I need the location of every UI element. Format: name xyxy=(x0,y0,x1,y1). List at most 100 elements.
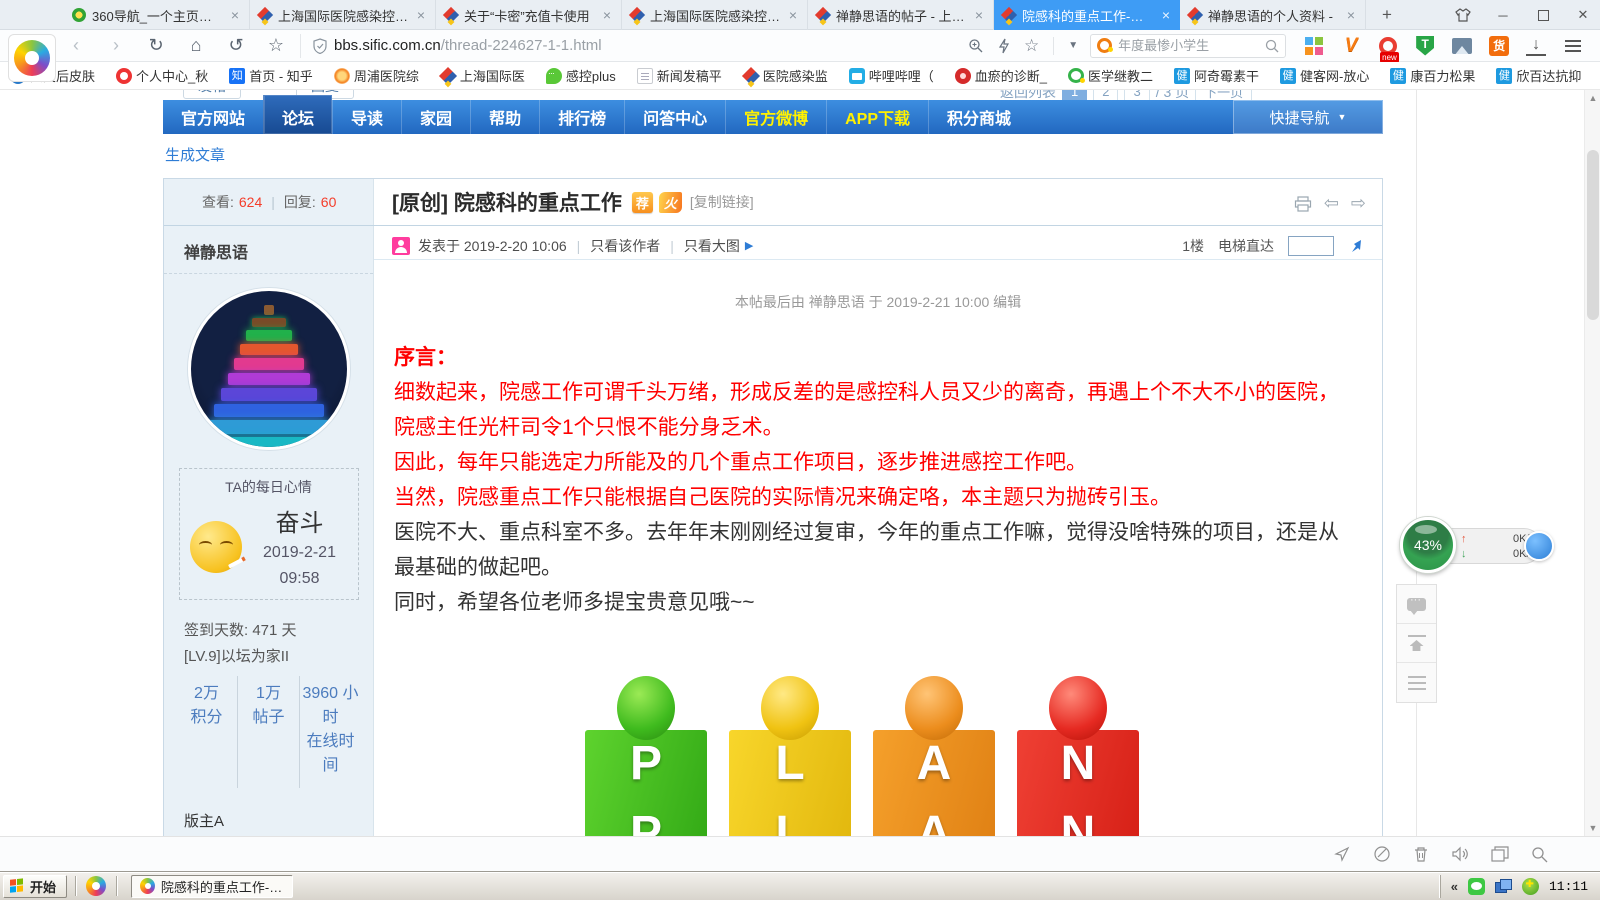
bookmark-item[interactable]: 感控plus xyxy=(546,66,616,85)
bookmark-item[interactable]: 健阿奇霉素干 xyxy=(1174,66,1259,85)
zoom-icon[interactable] xyxy=(968,38,984,54)
tray-collapse-icon[interactable]: « xyxy=(1451,879,1458,894)
browser-tab-active[interactable]: 院感科的重点工作-会议纪 × xyxy=(994,0,1180,30)
elevator-label[interactable]: 电梯直达 xyxy=(1218,236,1274,256)
bookmark-item[interactable]: 健欣百达抗抑 xyxy=(1496,66,1581,85)
tab-close-icon[interactable]: × xyxy=(1160,7,1172,23)
only-author-link[interactable]: 只看该作者 xyxy=(590,236,660,256)
browser-logo[interactable] xyxy=(8,34,56,82)
nav-qa[interactable]: 问答中心 xyxy=(624,100,725,134)
scroll-up-arrow-icon[interactable]: ▲ xyxy=(1585,90,1600,106)
tab-close-icon[interactable]: × xyxy=(229,7,241,23)
tab-close-icon[interactable]: × xyxy=(601,7,613,23)
copy-link[interactable]: [复制链接] xyxy=(690,192,754,212)
nav-home[interactable]: 家园 xyxy=(401,100,470,134)
bookmark-item[interactable]: 健康百力松果 xyxy=(1390,66,1475,85)
red-o-extension-icon[interactable]: new xyxy=(1378,36,1398,56)
nav-app-download[interactable]: APP下载 xyxy=(826,100,928,134)
screenshot-extension-icon[interactable] xyxy=(1452,36,1472,56)
tab-close-icon[interactable]: × xyxy=(973,7,985,23)
accelerator-ball[interactable] xyxy=(1524,531,1554,561)
bookmark-item[interactable]: 哔哩哔哩（ xyxy=(849,66,934,85)
find-in-page-icon[interactable] xyxy=(1531,846,1548,863)
quick-action-bolt-icon[interactable] xyxy=(998,38,1010,54)
skin-button[interactable] xyxy=(1454,6,1472,24)
search-icon[interactable] xyxy=(1265,39,1279,53)
generate-article-link[interactable]: 生成文章 xyxy=(165,144,225,165)
taskbar-clock[interactable]: 11:11 xyxy=(1549,879,1588,894)
menu-hamburger-icon[interactable] xyxy=(1563,36,1583,56)
taskbar-window-button[interactable]: 院感科的重点工作-会... xyxy=(131,875,293,898)
browser-tab-4[interactable]: 上海国际医院感染控制论 × xyxy=(622,0,808,30)
undo-close-button-icon[interactable]: ↺ xyxy=(226,35,246,56)
night-mode-icon[interactable] xyxy=(1373,845,1391,863)
stat-posts[interactable]: 1万帖子 xyxy=(237,676,299,788)
bookmark-page-star-icon[interactable]: ☆ xyxy=(1024,36,1039,56)
plan-image[interactable]: PP LL AA xyxy=(579,640,1139,836)
search-box[interactable] xyxy=(1090,34,1286,58)
browser-tab-3[interactable]: 关于“卡密”充值卡使用 × xyxy=(436,0,622,30)
nav-help[interactable]: 帮助 xyxy=(470,100,539,134)
mute-speaker-icon[interactable] xyxy=(1451,846,1469,862)
stat-points[interactable]: 2万积分 xyxy=(176,676,237,788)
nav-points-mall[interactable]: 积分商城 xyxy=(928,100,1029,134)
bookmark-item[interactable]: 个人中心_秋 xyxy=(116,66,208,85)
bookmark-item[interactable]: 医院感染监 xyxy=(743,66,828,85)
search-input[interactable] xyxy=(1118,38,1265,53)
nav-guide[interactable]: 导读 xyxy=(332,100,401,134)
bookmark-item[interactable]: 新闻发稿平 xyxy=(637,66,722,85)
scrollbar-thumb[interactable] xyxy=(1587,150,1599,320)
browser-tab-7[interactable]: 禅静思语的个人资料 - × xyxy=(1180,0,1366,30)
start-button[interactable]: 开始 xyxy=(3,875,67,898)
bookmark-item[interactable]: 周浦医院综 xyxy=(334,66,419,85)
floor-jump-input[interactable] xyxy=(1288,236,1334,256)
refresh-button-icon[interactable]: ↻ xyxy=(146,35,166,56)
bookmark-item[interactable]: 健健客网-放心 xyxy=(1280,66,1369,85)
only-image-link[interactable]: 只看大图 xyxy=(684,236,740,256)
browser-tab-2[interactable]: 上海国际医院感染控制论 × xyxy=(250,0,436,30)
vertical-scrollbar[interactable]: ▲ ▼ xyxy=(1584,90,1600,836)
favorites-star-icon[interactable]: ☆ xyxy=(266,35,286,56)
network-tray-icon[interactable] xyxy=(1495,879,1512,894)
browser-tab-5[interactable]: 禅静思语的帖子 - 上海国 × xyxy=(808,0,994,30)
bookmark-item[interactable]: 血瘀的诊断_ xyxy=(955,66,1047,85)
boss-key-icon[interactable] xyxy=(1333,845,1351,863)
download-icon[interactable]: ↓ xyxy=(1526,36,1546,56)
maximize-button[interactable] xyxy=(1534,6,1552,24)
thread-list-button[interactable] xyxy=(1397,663,1436,702)
post-button-clipped[interactable]: 发帖 xyxy=(183,90,241,99)
apps-grid-icon[interactable] xyxy=(1304,36,1324,56)
comments-dock-button[interactable] xyxy=(1397,585,1436,624)
jump-rocket-icon[interactable] xyxy=(1348,238,1364,254)
author-avatar[interactable] xyxy=(188,288,350,450)
flame-v-extension-icon[interactable]: V xyxy=(1341,36,1361,56)
bookmark-item[interactable]: 知首页 - 知乎 xyxy=(229,66,313,85)
wechat-tray-icon[interactable] xyxy=(1468,878,1485,895)
nav-official-site[interactable]: 官方网站 xyxy=(163,100,263,134)
tab-close-icon[interactable]: × xyxy=(787,7,799,23)
tab-close-icon[interactable]: × xyxy=(1345,7,1357,23)
home-button-icon[interactable]: ⌂ xyxy=(186,35,206,56)
huo-extension-icon[interactable]: 货 xyxy=(1489,36,1509,56)
360-security-tray-icon[interactable] xyxy=(1522,878,1539,895)
author-name[interactable]: 禅静思语 xyxy=(164,226,373,274)
nav-weibo[interactable]: 官方微博 xyxy=(725,100,826,134)
memory-usage-ball[interactable]: 43% xyxy=(1400,517,1456,573)
dropdown-chevron-icon[interactable]: ▼ xyxy=(1068,40,1078,51)
nav-forum-active[interactable]: 论坛 xyxy=(263,95,332,134)
next-thread-icon[interactable]: ⇨ xyxy=(1351,193,1366,214)
close-button[interactable]: ✕ xyxy=(1574,6,1592,24)
quick-launch-360-icon[interactable] xyxy=(84,874,108,898)
bookmark-item[interactable]: 医学继教二 xyxy=(1068,66,1153,85)
t-shield-extension-icon[interactable]: T xyxy=(1415,36,1435,56)
prev-thread-icon[interactable]: ⇦ xyxy=(1324,193,1339,214)
browser-tab-1[interactable]: 360导航_一个主页，整个 × xyxy=(64,0,250,30)
print-icon[interactable] xyxy=(1294,196,1312,212)
address-bar[interactable]: bbs.sific.com.cn/thread-224627-1-1.html xyxy=(300,34,960,58)
forward-button-icon[interactable]: › xyxy=(106,35,126,56)
tab-close-icon[interactable]: × xyxy=(415,7,427,23)
back-button-icon[interactable]: ‹ xyxy=(66,35,86,56)
reading-mode-icon[interactable] xyxy=(1491,846,1509,862)
stat-online-hours[interactable]: 3960 小时在线时间 xyxy=(299,676,361,788)
back-to-top-button[interactable] xyxy=(1397,624,1436,663)
